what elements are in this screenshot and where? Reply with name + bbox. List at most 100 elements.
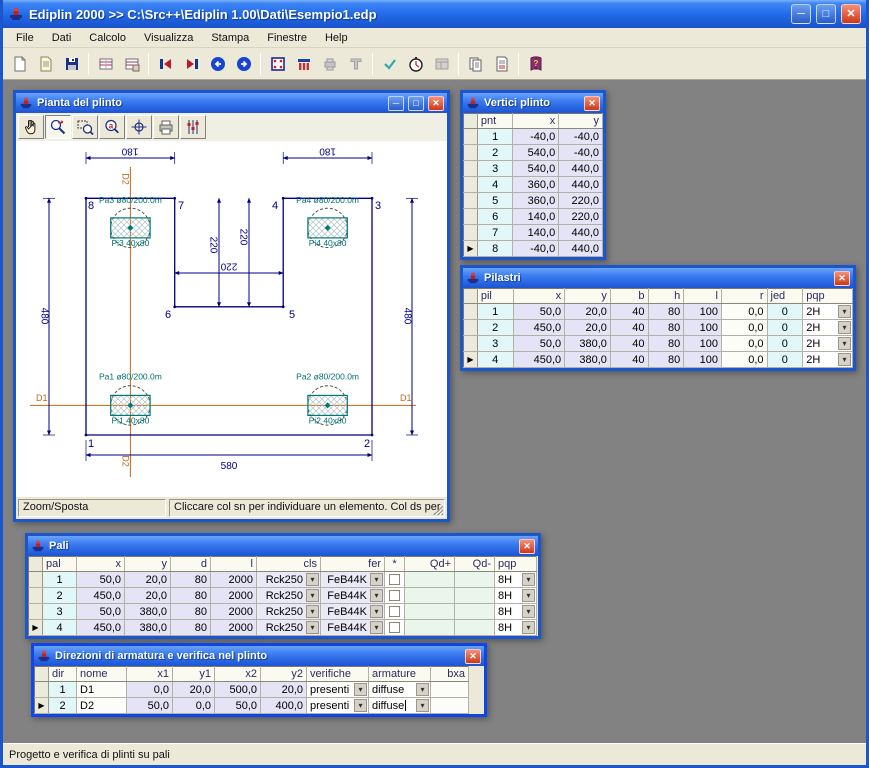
cell-l[interactable]: 100 bbox=[684, 304, 722, 320]
tempi-clock-icon[interactable] bbox=[403, 51, 428, 76]
checkbox[interactable] bbox=[389, 606, 400, 617]
cell-x2[interactable]: 50,0 bbox=[215, 698, 261, 714]
cell-pnt[interactable]: 7 bbox=[477, 225, 513, 241]
cell-pil[interactable]: 3 bbox=[477, 336, 513, 352]
cell-b[interactable]: 40 bbox=[610, 304, 648, 320]
cell-x[interactable]: 50,0 bbox=[513, 304, 565, 320]
cell-nome[interactable]: D2 bbox=[77, 698, 127, 714]
cell-Qd-[interactable] bbox=[455, 604, 495, 620]
cell-pqp[interactable]: 2H▾ bbox=[803, 352, 853, 368]
cell-fer[interactable]: FeB44K▾ bbox=[321, 620, 385, 636]
pianta-titlebar[interactable]: Pianta del plinto ─ □ ✕ bbox=[16, 93, 447, 113]
cell-verifiche[interactable]: presenti▾ bbox=[307, 682, 369, 698]
cell-pqp[interactable]: 2H▾ bbox=[803, 336, 853, 352]
cell-y[interactable]: 380,0 bbox=[125, 604, 171, 620]
menu-visualizza[interactable]: Visualizza bbox=[135, 29, 202, 47]
cell-dir[interactable]: 1 bbox=[49, 682, 77, 698]
cell-x[interactable]: 450,0 bbox=[513, 352, 565, 368]
display-options-icon[interactable] bbox=[180, 115, 206, 139]
cell-l[interactable]: 2000 bbox=[211, 604, 257, 620]
help-book-icon[interactable]: ? bbox=[523, 51, 548, 76]
cell-x[interactable]: 360,0 bbox=[513, 177, 559, 193]
cell-*[interactable] bbox=[385, 572, 405, 588]
copia-icon[interactable] bbox=[463, 51, 488, 76]
dropdown-arrow-icon[interactable]: ▾ bbox=[370, 589, 383, 602]
table-plinto-edit-icon[interactable] bbox=[119, 51, 144, 76]
dropdown-arrow-icon[interactable]: ▾ bbox=[522, 573, 535, 586]
dropdown-arrow-icon[interactable]: ▾ bbox=[306, 573, 319, 586]
cell-fer[interactable]: FeB44K▾ bbox=[321, 572, 385, 588]
cell-*[interactable] bbox=[385, 604, 405, 620]
menu-stampa[interactable]: Stampa bbox=[202, 29, 258, 47]
cell-nome[interactable]: D1 bbox=[77, 682, 127, 698]
cell-bxa[interactable] bbox=[431, 698, 469, 714]
cell-Qd-[interactable] bbox=[455, 588, 495, 604]
calcola-check-icon[interactable] bbox=[377, 51, 402, 76]
cell-l[interactable]: 2000 bbox=[211, 588, 257, 604]
row-selector[interactable] bbox=[464, 336, 478, 352]
dropdown-arrow-icon[interactable]: ▾ bbox=[306, 589, 319, 602]
cell-x[interactable]: 450,0 bbox=[77, 620, 125, 636]
current-row-marker[interactable]: ▶ bbox=[35, 698, 49, 714]
row-selector[interactable] bbox=[29, 572, 43, 588]
cell-pqp[interactable]: 8H▾ bbox=[495, 572, 537, 588]
pali-titlebar[interactable]: Pali ✕ bbox=[28, 536, 538, 556]
cell-pal[interactable]: 1 bbox=[43, 572, 77, 588]
cell-fer[interactable]: FeB44K▾ bbox=[321, 604, 385, 620]
cell-y[interactable]: 20,0 bbox=[125, 588, 171, 604]
current-row-marker[interactable]: ▶ bbox=[464, 352, 478, 368]
cell-x[interactable]: 50,0 bbox=[77, 572, 125, 588]
cell-y[interactable]: -40,0 bbox=[559, 129, 603, 145]
close-icon[interactable]: ✕ bbox=[465, 649, 481, 664]
cell-jed[interactable]: 0 bbox=[767, 320, 803, 336]
previous-view-icon[interactable] bbox=[205, 51, 230, 76]
dropdown-arrow-icon[interactable]: ▾ bbox=[354, 699, 367, 712]
cell-x[interactable]: -40,0 bbox=[513, 129, 559, 145]
cell-b[interactable]: 40 bbox=[610, 336, 648, 352]
cell-pal[interactable]: 3 bbox=[43, 604, 77, 620]
main-titlebar[interactable]: Ediplin 2000 >> C:\Src++\Ediplin 1.00\Da… bbox=[3, 0, 866, 28]
cell-y[interactable]: 440,0 bbox=[559, 241, 603, 257]
stampa-tabella-icon[interactable] bbox=[489, 51, 514, 76]
maximize-icon[interactable]: □ bbox=[408, 96, 424, 111]
dropdown-arrow-icon[interactable]: ▾ bbox=[838, 353, 851, 366]
cell-cls[interactable]: Rck250▾ bbox=[257, 588, 321, 604]
cell-pqp[interactable]: 8H▾ bbox=[495, 604, 537, 620]
cell-cls[interactable]: Rck250▾ bbox=[257, 572, 321, 588]
cell-y[interactable]: 440,0 bbox=[559, 225, 603, 241]
cell-armature[interactable]: diffuse▾ bbox=[369, 698, 431, 714]
row-selector[interactable] bbox=[464, 209, 478, 225]
dropdown-arrow-icon[interactable]: ▾ bbox=[522, 605, 535, 618]
dropdown-arrow-icon[interactable]: ▾ bbox=[838, 337, 851, 350]
cell-r[interactable]: 0,0 bbox=[721, 304, 767, 320]
dropdown-arrow-icon[interactable]: ▾ bbox=[370, 605, 383, 618]
dropdown-arrow-icon[interactable]: ▾ bbox=[522, 621, 535, 634]
close-icon[interactable]: ✕ bbox=[428, 96, 444, 111]
cell-x[interactable]: 140,0 bbox=[513, 209, 559, 225]
cell-x2[interactable]: 500,0 bbox=[215, 682, 261, 698]
zoom-all-icon[interactable]: a bbox=[99, 115, 125, 139]
cell-y1[interactable]: 20,0 bbox=[173, 682, 215, 698]
cell-x[interactable]: 50,0 bbox=[77, 604, 125, 620]
cell-d[interactable]: 80 bbox=[171, 588, 211, 604]
cell-y2[interactable]: 400,0 bbox=[261, 698, 307, 714]
cell-y[interactable]: 20,0 bbox=[565, 320, 611, 336]
minimize-icon[interactable]: ─ bbox=[791, 4, 811, 24]
cell-b[interactable]: 40 bbox=[610, 352, 648, 368]
cell-h[interactable]: 80 bbox=[648, 304, 684, 320]
cell-cls[interactable]: Rck250▾ bbox=[257, 620, 321, 636]
checkbox[interactable] bbox=[389, 590, 400, 601]
row-selector[interactable] bbox=[35, 682, 49, 698]
cell-x[interactable]: 360,0 bbox=[513, 193, 559, 209]
pile-1[interactable]: Pa1 ø80/200.0m Pi1 40x80 bbox=[99, 372, 162, 426]
cell-y[interactable]: 20,0 bbox=[565, 304, 611, 320]
zoom-drag-icon[interactable] bbox=[45, 115, 71, 139]
cell-pil[interactable]: 1 bbox=[477, 304, 513, 320]
print-icon[interactable] bbox=[153, 115, 179, 139]
pile-2[interactable]: Pa2 ø80/200.0m Pi2 40x80 bbox=[296, 372, 359, 426]
dropdown-arrow-icon[interactable]: ▾ bbox=[370, 573, 383, 586]
cell-d[interactable]: 80 bbox=[171, 604, 211, 620]
cell-b[interactable]: 40 bbox=[610, 320, 648, 336]
menu-dati[interactable]: Dati bbox=[43, 29, 81, 47]
zoom-window-icon[interactable] bbox=[72, 115, 98, 139]
